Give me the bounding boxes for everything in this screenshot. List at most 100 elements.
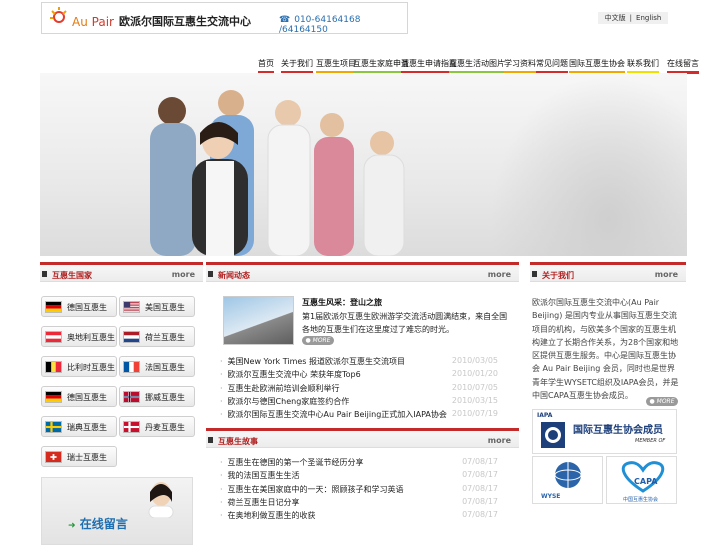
hero-students-image <box>150 90 405 256</box>
story-item[interactable]: · 在奥地利做互惠生的收获 <box>220 510 316 521</box>
country-button[interactable]: 挪威互惠生 <box>119 386 195 407</box>
nav-item-label: 国际互惠生协会 <box>569 59 625 68</box>
country-button[interactable]: 瑞士互惠生 <box>41 446 117 467</box>
country-button[interactable]: 丹麦互惠生 <box>119 416 195 437</box>
story-item-text: 荷兰互惠生日记分享 <box>227 497 300 507</box>
hero-shade <box>490 73 687 256</box>
country-label: 丹麦互惠生 <box>145 423 185 432</box>
capa-logo[interactable]: CAPA 中国互惠生协会 <box>606 456 677 504</box>
featured-news-headline[interactable]: 互惠生风采：登山之旅 <box>302 297 382 308</box>
iapa-logo[interactable]: IAPA 国际互惠生协会成员 MEMBER OF <box>532 409 677 454</box>
play-icon: ● <box>649 398 655 405</box>
flag-icon <box>123 361 140 373</box>
stories-more-link[interactable]: more <box>488 436 511 445</box>
news-item[interactable]: · 欧派尔与德国Cheng家庭签约合作 <box>220 396 349 407</box>
nav-item-0[interactable]: 首页 <box>258 58 274 74</box>
nav-item-1[interactable]: 关于我们 <box>281 58 313 74</box>
story-item[interactable]: · 互惠生在美国家庭中的一天：照顾孩子和学习英语 <box>220 484 404 495</box>
news-item-text: 欧派尔互惠生交流中心 荣获年度Top6 <box>227 370 361 380</box>
globe-icon <box>554 462 582 488</box>
bullet-icon: · <box>220 471 223 481</box>
lang-separator: | <box>629 14 633 22</box>
story-item-text: 互惠生在美国家庭中的一天：照顾孩子和学习英语 <box>227 484 404 494</box>
story-item[interactable]: · 我的法国互惠生生活 <box>220 470 300 481</box>
news-item[interactable]: · 欧派尔互惠生交流中心 荣获年度Top6 <box>220 369 361 380</box>
phone-icon: ☎ <box>279 15 291 25</box>
news-item[interactable]: · 互惠生赴欧洲前培训会顺利举行 <box>220 383 340 394</box>
iapa-emblem-icon <box>541 422 565 448</box>
nav-item-10[interactable]: 在线留言 <box>667 58 699 74</box>
bullet-icon: · <box>220 484 223 494</box>
nav-item-label: 在线留言 <box>667 59 699 68</box>
nav-item-5[interactable]: 互惠生活动图片 <box>449 58 505 74</box>
country-label: 德国互惠生 <box>67 393 107 402</box>
wyse-logo[interactable]: WYSE <box>532 456 603 504</box>
avatar <box>148 482 174 518</box>
country-button[interactable]: 荷兰互惠生 <box>119 326 195 347</box>
about-more-button[interactable]: ● MORE <box>646 397 678 406</box>
iapa-abbr: IAPA <box>537 412 553 419</box>
news-item-text: 欧派尔国际互惠生交流中心Au Pair Beijing正式加入IAPA协会 <box>227 410 447 420</box>
story-item-date: 07/08/17 <box>462 470 498 480</box>
country-label: 奥地利互惠生 <box>67 333 115 342</box>
country-button[interactable]: 瑞典互惠生 <box>41 416 117 437</box>
nav-item-label: 互惠生活动图片 <box>449 59 505 68</box>
country-button[interactable]: 德国互惠生 <box>41 386 117 407</box>
bullet-icon: · <box>220 458 223 467</box>
story-item-date: 07/08/17 <box>462 483 498 493</box>
lang-english-link[interactable]: English <box>636 14 661 22</box>
country-label: 美国互惠生 <box>145 303 185 312</box>
news-item[interactable]: · 美国New York Times 报道欧派尔互惠生交流项目 <box>220 356 405 367</box>
country-button[interactable]: 法国互惠生 <box>119 356 195 377</box>
flag-icon <box>45 301 62 313</box>
country-button[interactable]: 美国互惠生 <box>119 296 195 317</box>
about-more-link[interactable]: more <box>655 270 678 279</box>
news-more-link[interactable]: more <box>488 270 511 279</box>
flag-icon <box>45 391 62 403</box>
news-item-text: 欧派尔与德国Cheng家庭签约合作 <box>227 396 350 406</box>
nav-item-label: 学习资料 <box>504 59 536 68</box>
nav-item-label: 互惠生项目 <box>316 59 356 68</box>
story-item-date: 07/08/17 <box>462 496 498 506</box>
flag-icon <box>45 421 62 433</box>
phone-number: ☎ 010-64164168 /64164150 <box>279 15 361 35</box>
country-button[interactable]: 德国互惠生 <box>41 296 117 317</box>
news-item-date: 2010/03/15 <box>451 395 498 405</box>
news-item[interactable]: · 欧派尔国际互惠生交流中心Au Pair Beijing正式加入IAPA协会 <box>220 409 447 420</box>
flag-icon <box>123 301 140 313</box>
sun-logo-icon <box>50 7 67 23</box>
news-item-text: 美国New York Times 报道欧派尔互惠生交流项目 <box>227 357 406 366</box>
story-item-text: 在奥地利做互惠生的收获 <box>227 511 316 521</box>
bullet-icon: · <box>220 357 223 366</box>
play-icon: ● <box>305 337 311 344</box>
bullet-icon: · <box>220 396 223 406</box>
news-section-header: 新闻动态 more <box>206 262 519 282</box>
country-label: 法国互惠生 <box>145 363 185 372</box>
featured-more-button[interactable]: ● MORE <box>302 336 334 345</box>
nav-item-9[interactable]: 联系我们 <box>627 58 659 74</box>
bullet-icon: · <box>220 410 223 420</box>
countries-more-link[interactable]: more <box>172 270 195 279</box>
stories-section-header: 互惠生故事 more <box>206 428 519 448</box>
lang-chinese-link[interactable]: 中文版 <box>605 13 626 23</box>
arrow-right-icon: ➜ <box>68 521 76 531</box>
nav-item-6[interactable]: 学习资料 <box>504 58 536 74</box>
featured-news-summary: 第1届欧派尔互惠生欧洲游学交流活动圆满结束，来自全国各地的互惠生们在这里度过了难… <box>302 312 508 334</box>
news-thumbnail[interactable] <box>223 296 294 345</box>
country-button[interactable]: 比利时互惠生 <box>41 356 117 377</box>
nav-item-8[interactable]: 国际互惠生协会 <box>569 58 625 74</box>
online-message-button[interactable]: ➜ 在线留言 <box>68 515 128 532</box>
flag-icon <box>123 391 140 403</box>
nav-item-7[interactable]: 常见问题 <box>536 58 568 74</box>
nav-item-2[interactable]: 互惠生项目 <box>316 58 356 74</box>
story-item[interactable]: · 互惠生在德国的第一个圣诞节经历分享 <box>220 457 364 468</box>
country-button[interactable]: 奥地利互惠生 <box>41 326 117 347</box>
story-item[interactable]: · 荷兰互惠生日记分享 <box>220 497 300 508</box>
capa-label: CAPA <box>634 477 658 486</box>
bullet-icon: · <box>220 370 223 380</box>
site-logo[interactable]: Au Pair 欧派尔国际互惠生交流中心 ☎ 010-64164168 /6416… <box>41 2 408 35</box>
nav-item-label: 关于我们 <box>281 59 313 68</box>
news-item-date: 2010/07/05 <box>451 382 498 392</box>
country-label: 挪威互惠生 <box>145 393 185 402</box>
flag-icon <box>123 421 140 433</box>
